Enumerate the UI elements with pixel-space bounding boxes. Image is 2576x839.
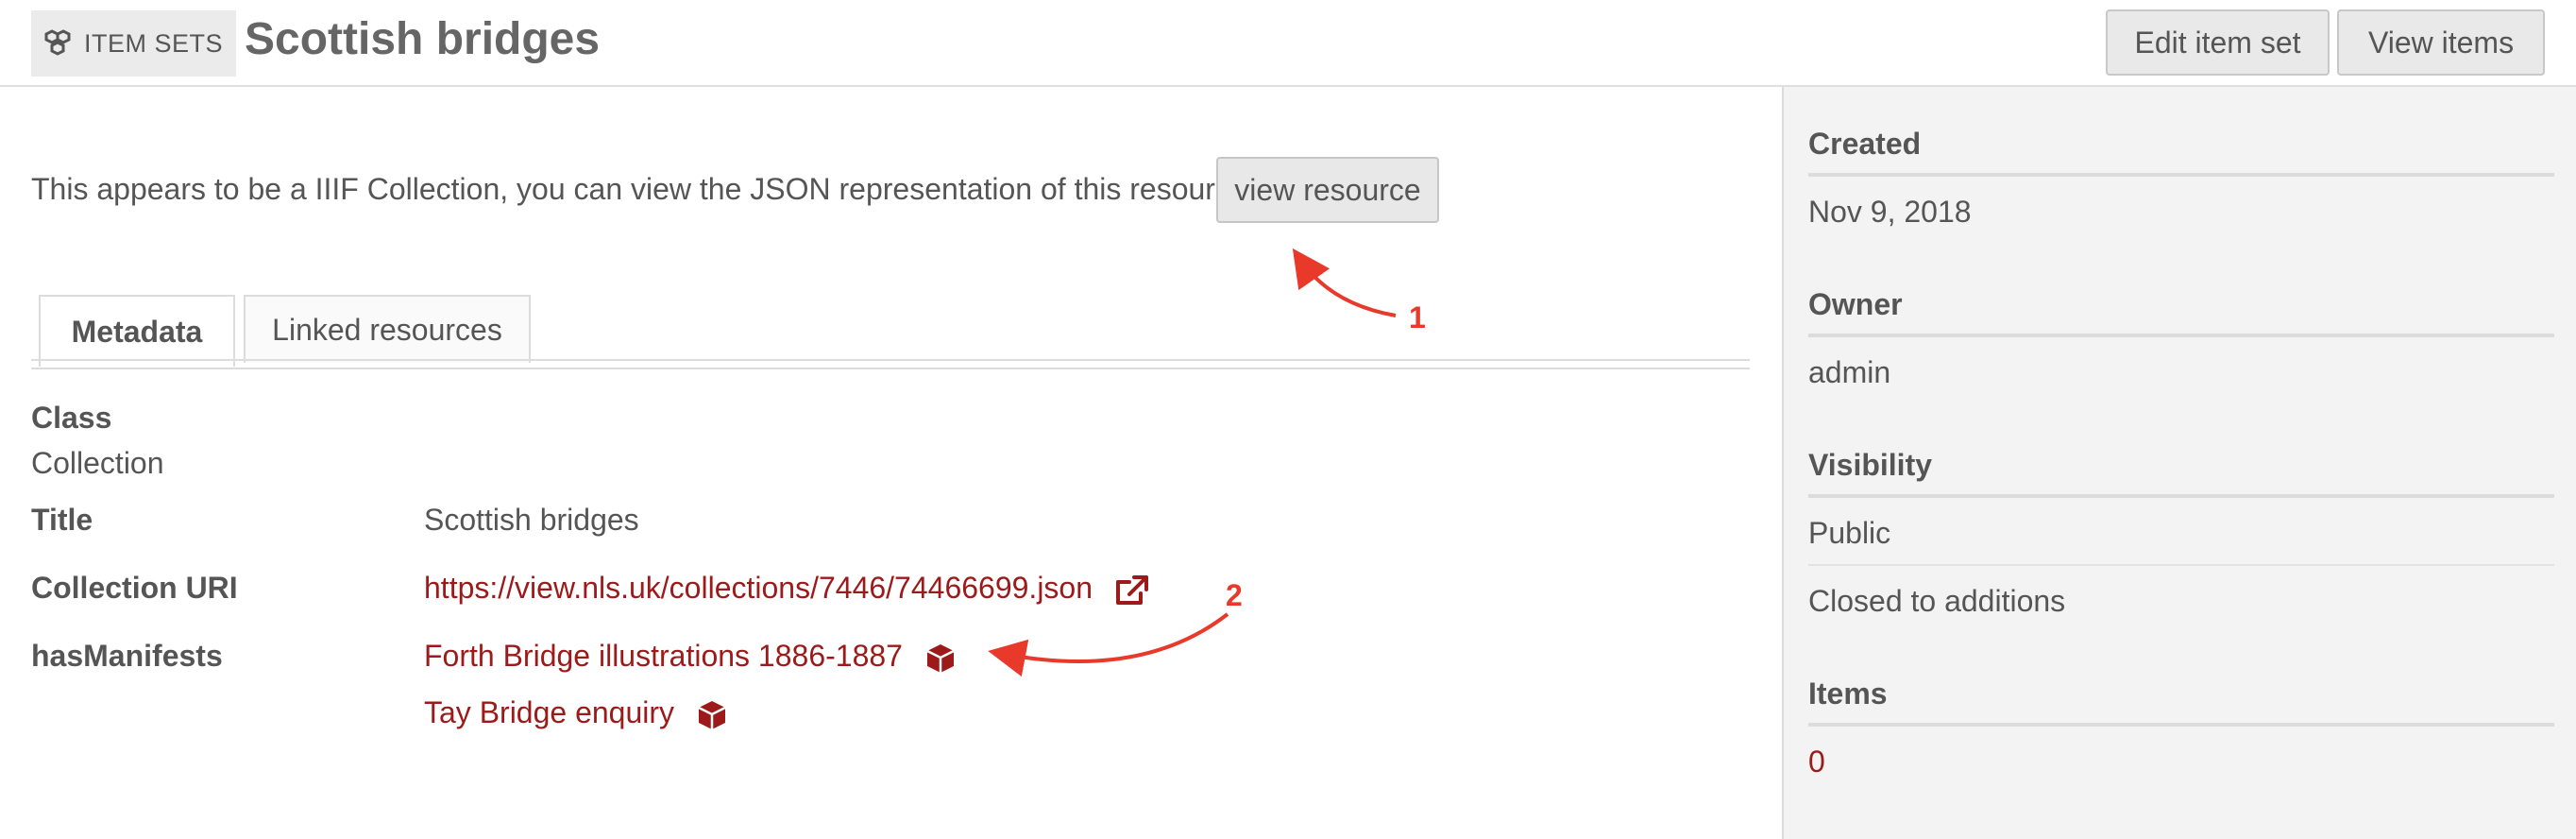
manifest-item: Tay Bridge enquiry [424, 695, 728, 731]
collection-uri-row: https://view.nls.uk/collections/7446/744… [424, 571, 1150, 607]
title-label: Title [31, 503, 93, 537]
class-label: Class [31, 401, 112, 435]
collection-uri-label: Collection URI [31, 571, 238, 605]
annotation-number-2: 2 [1226, 578, 1243, 612]
page-title: Scottish bridges [245, 14, 601, 64]
created-value: Nov 9, 2018 [1808, 195, 1972, 229]
manifest-link-forth-bridge[interactable]: Forth Bridge illustrations 1886-1887 [424, 639, 903, 673]
annotation-arrow-2 [988, 612, 1229, 677]
class-value: Collection [31, 446, 164, 480]
tabs-divider [31, 359, 1750, 361]
sidebar: Created Nov 9, 2018 Owner admin Visibili… [1782, 87, 2576, 839]
view-items-button[interactable]: View items [2337, 9, 2545, 76]
cube-icon[interactable] [924, 642, 957, 675]
collection-uri-link[interactable]: https://view.nls.uk/collections/7446/744… [424, 571, 1093, 605]
tab-linked-resources[interactable]: Linked resources [244, 295, 531, 363]
sidebar-divider [1808, 494, 2554, 498]
visibility-label: Visibility [1808, 448, 1933, 482]
owner-label: Owner [1808, 287, 1903, 321]
title-value: Scottish bridges [424, 503, 639, 537]
tab-metadata[interactable]: Metadata [39, 295, 235, 367]
section-label: ITEM SETS [84, 28, 224, 58]
annotation-number-1: 1 [1409, 300, 1426, 334]
additions-value: Closed to additions [1808, 584, 2066, 618]
sidebar-divider [1808, 334, 2554, 337]
visibility-value: Public [1808, 516, 1891, 550]
manifest-item: Forth Bridge illustrations 1886-1887 [424, 639, 957, 675]
tabs-divider-lower [31, 368, 1750, 369]
owner-value: admin [1808, 355, 1891, 389]
items-label: Items [1808, 676, 1888, 711]
annotation-arrow-1 [1292, 248, 1397, 317]
sidebar-divider [1808, 564, 2554, 566]
edit-item-set-button[interactable]: Edit item set [2106, 9, 2330, 76]
view-resource-button[interactable]: view resource [1216, 157, 1439, 223]
page-header: ITEM SETS Scottish bridges Edit item set… [0, 0, 2576, 87]
section-badge[interactable]: ITEM SETS [31, 10, 237, 77]
sidebar-divider [1808, 173, 2554, 177]
iiif-intro-text: This appears to be a IIIF Collection, yo… [31, 172, 1247, 206]
external-link-icon[interactable] [1114, 574, 1150, 607]
has-manifests-label: hasManifests [31, 639, 223, 673]
manifest-link-tay-bridge[interactable]: Tay Bridge enquiry [424, 695, 674, 729]
cube-icon[interactable] [696, 699, 728, 731]
sidebar-divider [1808, 723, 2554, 727]
item-sets-icon [44, 29, 71, 56]
created-label: Created [1808, 127, 1922, 161]
items-count-link[interactable]: 0 [1808, 745, 1825, 779]
